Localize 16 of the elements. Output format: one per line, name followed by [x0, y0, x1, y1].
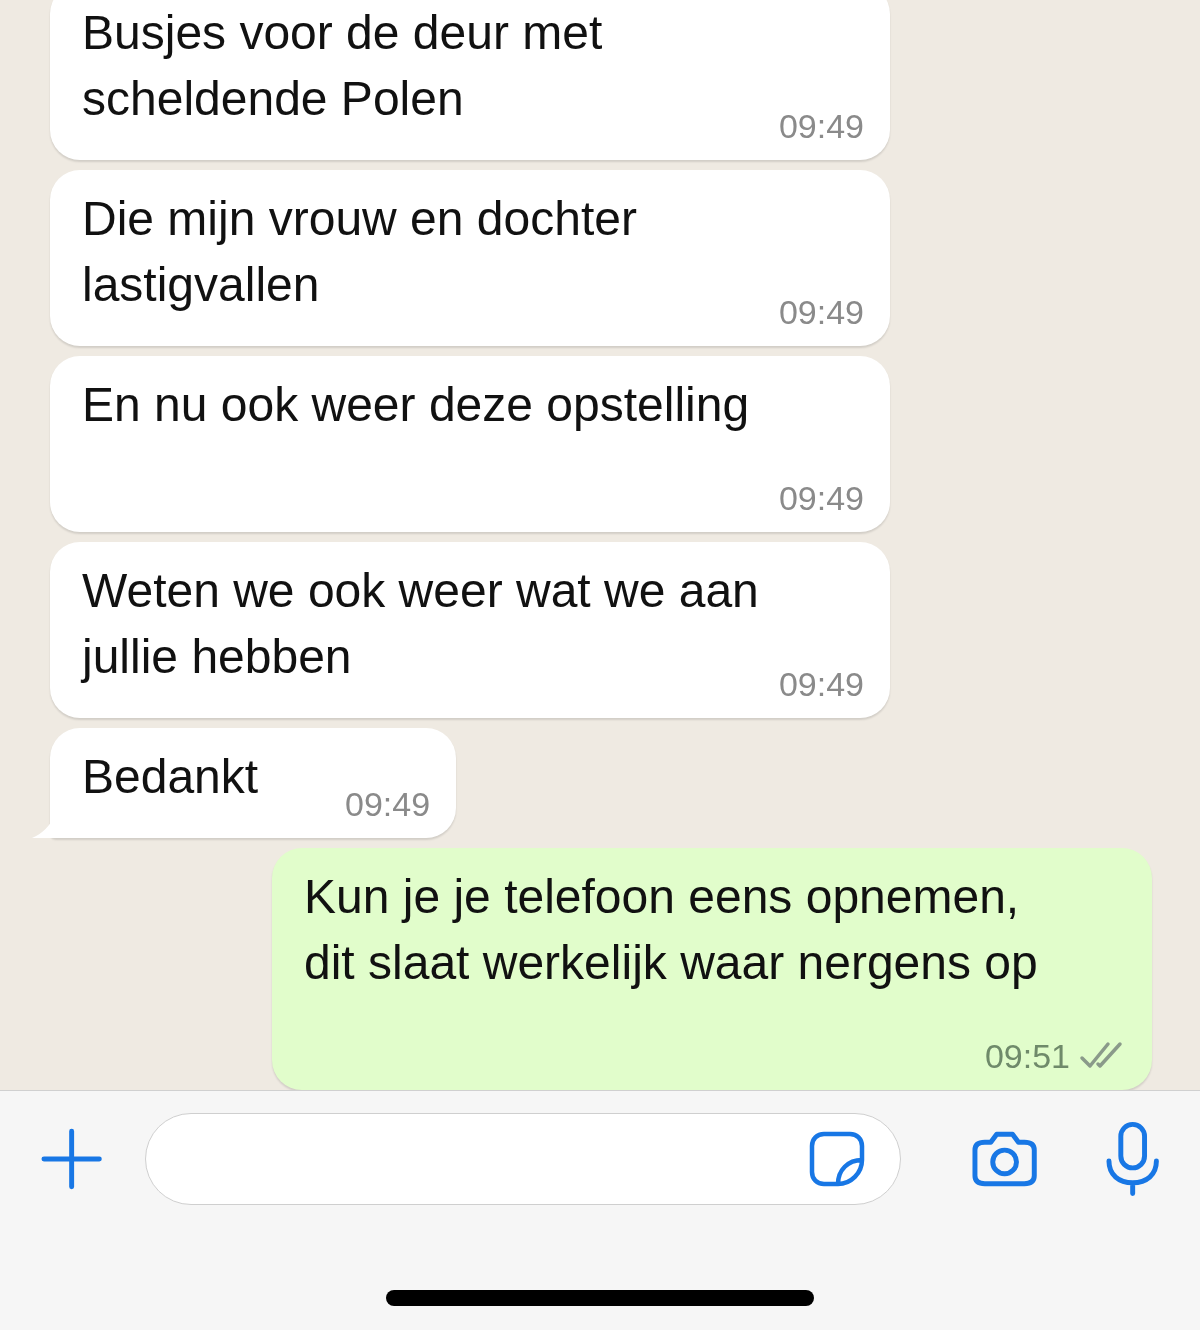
- message-time: 09:49: [778, 106, 864, 146]
- message-text: En nu ook weer deze opstelling: [82, 378, 750, 431]
- message-time: 09:49: [778, 292, 864, 332]
- sticker-icon[interactable]: [808, 1129, 867, 1188]
- plus-icon[interactable]: [40, 1126, 104, 1191]
- message-text: Busjes voor de deur met scheldende Polen: [82, 6, 603, 125]
- microphone-icon[interactable]: [1104, 1120, 1160, 1197]
- message-time: 09:49: [345, 784, 431, 824]
- message-time: 09:49: [778, 478, 864, 518]
- message-text: Bedankt: [82, 750, 259, 803]
- message-text: Kun je je telefoon eens opnemen, dit slaat werkelijk waar nergens op: [304, 870, 1038, 989]
- message-time: 09:49: [778, 664, 864, 704]
- camera-icon[interactable]: [971, 1129, 1039, 1188]
- message-text: Weten we ook weer wat we aan jullie hebben: [82, 564, 759, 683]
- message-time: 09:51: [984, 1036, 1126, 1076]
- message-text: Die mijn vrouw en dochter lastigvallen: [82, 192, 637, 311]
